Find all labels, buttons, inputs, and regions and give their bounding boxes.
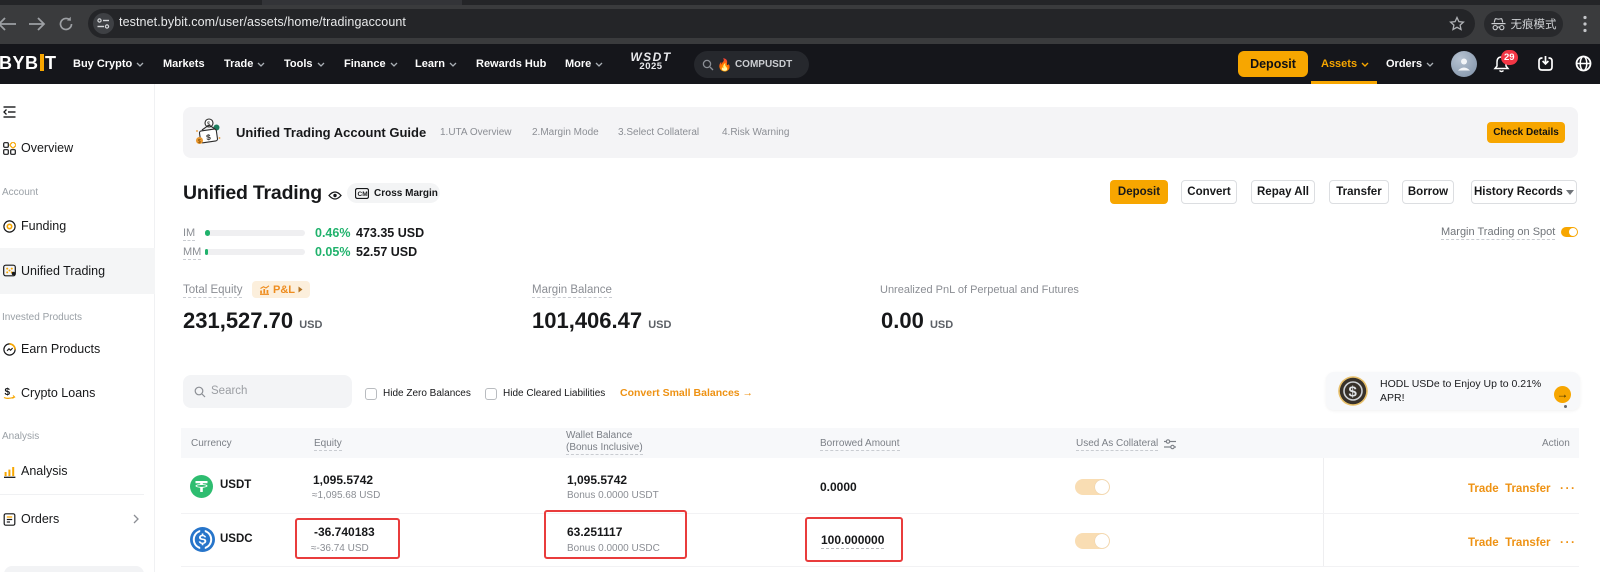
svg-text:$: $: [5, 387, 11, 398]
svg-text:$: $: [198, 139, 201, 145]
svg-text:CM: CM: [358, 191, 368, 198]
svg-text:$: $: [1349, 384, 1358, 401]
